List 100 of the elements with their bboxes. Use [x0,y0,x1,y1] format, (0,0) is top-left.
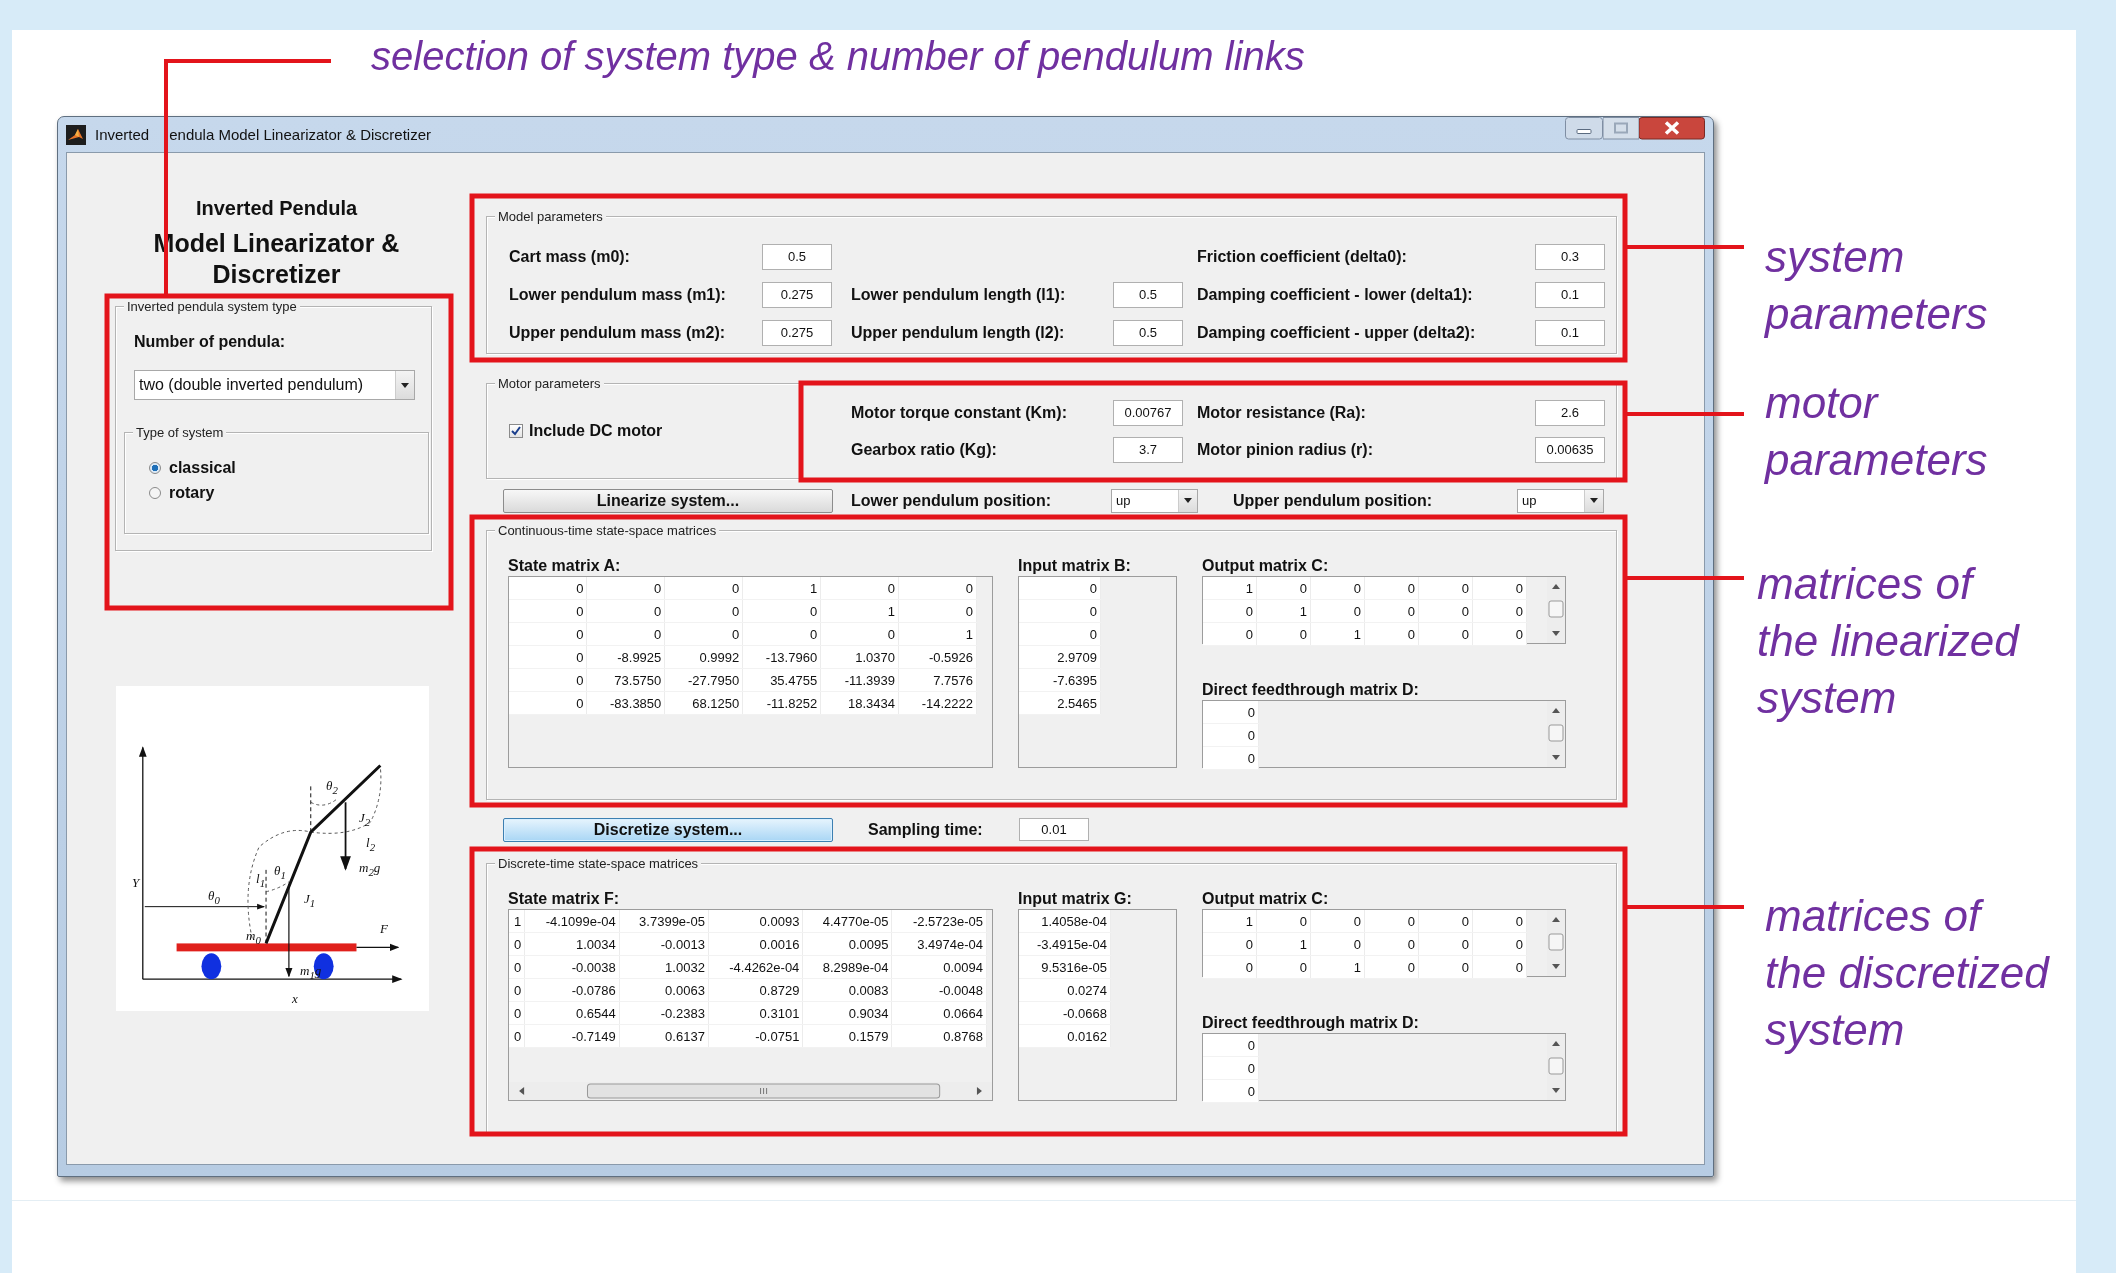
table-cell: 1.4058e-04 [1019,910,1111,933]
caret-icon [1184,498,1192,503]
diagram-label: θ$_{2}$ [326,779,338,797]
diagram-label: J$_{2}$ [359,811,371,829]
annotation-text: the discretized [1765,947,2049,999]
field-label: Upper pendulum position: [1233,491,1434,510]
table-cell: 0 [1364,577,1419,600]
table-cell: 2.9709 [1019,645,1101,669]
group-title: Model parameters [495,209,606,224]
radio-button[interactable] [149,487,161,499]
table-cell: 0 [509,978,525,1002]
input-field[interactable]: 0.3 [1535,243,1605,270]
parameter-label: Cart mass (m0): [509,247,631,266]
annotation-text: the linearized [1757,615,2019,667]
table-cell: 0 [509,691,587,715]
table-cell: 0 [1472,910,1527,933]
parameter-label: Upper pendulum length (l2): [851,323,1066,342]
parameter-label: Lower pendulum length (l1): [851,285,1067,304]
field-label: Sampling time: [868,820,984,839]
input-field[interactable]: 2.6 [1535,399,1605,426]
radio-button[interactable] [149,462,161,474]
input-field[interactable]: 0.00767 [1113,399,1183,426]
annotation-text: system [1765,231,1906,283]
table-cell: -7.6395 [1019,668,1101,692]
parameter-label: Upper pendulum mass (m2): [509,323,727,342]
matrix-label: State matrix F: [508,889,621,909]
field-label: Lower pendulum position: [851,491,1052,510]
input-field[interactable]: 0.1 [1535,319,1605,346]
app-subtitle: Inverted Pendula [195,197,358,220]
diagram-label: F [380,922,388,935]
dropdown[interactable]: two (double inverted pendulum) [134,370,415,400]
caret-icon [1590,498,1598,503]
dropdown[interactable]: up [1111,488,1198,513]
diagram-label: l$_{1}$ [256,872,266,890]
linearize-button[interactable]: Linearize system... [503,488,833,513]
parameter-label: Motor pinion radius (r): [1197,440,1374,459]
table-cell: 0 [509,955,525,979]
input-field[interactable]: 0.5 [1113,281,1183,308]
input-field[interactable]: 0.5 [762,243,832,270]
field-label: Number of pendula: [134,333,287,351]
diagram-label: J$_{1}$ [304,892,316,910]
diagram-label: l$_{2}$ [366,836,376,854]
input-field[interactable]: 0.00635 [1535,436,1605,463]
annotation-text: selection of system type & number of pendulum links [371,34,1305,79]
table-cell: 0 [1019,599,1101,623]
table-cell: 1 [1203,910,1257,933]
table-cell: 1 [742,577,821,600]
table-cell: 0 [1019,622,1101,646]
diagram-label: θ$_{1}$ [274,864,286,882]
table-cell: 0 [1203,701,1259,724]
caret-icon [401,382,409,388]
annotation-text: motor [1765,377,1880,429]
matrix-label: Direct feedthrough matrix D: [1202,1013,1420,1033]
input-field[interactable]: 0.275 [762,319,832,346]
group-title: Discrete-time state-space matrices [495,856,702,871]
table-cell: 0 [1203,746,1259,770]
radio-label[interactable]: classical [169,459,236,477]
table-cell: 0 [1256,577,1311,600]
matrix-label: Output matrix C: [1202,889,1330,909]
table-cell: 4.4770e-05 [802,910,892,933]
group-title: Continuous-time state-space matrices [495,523,720,538]
table-cell: 0 [509,622,587,646]
table-cell: 0 [1364,910,1419,933]
table-cell: 0 [1203,932,1257,956]
table-cell: 1 [1203,577,1257,600]
annotation-text: parameters [1765,434,1988,486]
diagram-label: Y [132,876,140,889]
table-cell: 0 [509,1024,525,1048]
table-cell: 0 [509,1001,525,1025]
radio-label[interactable]: rotary [169,484,215,502]
table-cell: 0.0274 [1019,978,1111,1002]
input-field[interactable]: 0.275 [762,281,832,308]
table-cell: 9.5316e-05 [1019,955,1111,979]
app-icon [66,124,86,145]
checkbox-label[interactable]: Include DC motor [529,422,663,440]
table-cell: 0 [1310,910,1365,933]
group-title: Inverted pendula system type [124,299,300,314]
discretize-button[interactable]: Discretize system... [503,817,833,842]
diagram-label: m$_{1}$g [300,964,322,982]
close-button[interactable] [1639,117,1705,140]
matrix-label: State matrix A: [508,556,622,576]
annotation-text: parameters [1765,288,1988,340]
dropdown[interactable]: up [1517,488,1604,513]
table-cell: 0 [1203,622,1257,646]
window-title: Inverted [95,126,150,143]
parameter-label: Gearbox ratio (Kg): [851,440,998,459]
table-cell: 0 [1203,599,1257,623]
input-field[interactable]: 0.5 [1113,319,1183,346]
table-cell: 0 [509,668,587,692]
table-cell: 0 [1203,723,1259,747]
checkbox[interactable] [509,424,523,438]
input-field[interactable]: 0.1 [1535,281,1605,308]
diagram-label: m$_{0}$ [246,929,261,947]
input-field[interactable]: 3.7 [1113,436,1183,463]
parameter-label: Friction coefficient (delta0): [1197,247,1408,266]
parameter-label: Lower pendulum mass (m1): [509,285,727,304]
input-field[interactable]: 0.01 [1019,818,1089,841]
table-cell: 0 [509,645,587,669]
minimize-button[interactable] [1565,117,1603,140]
table-cell: 3.7399e-05 [619,910,709,933]
